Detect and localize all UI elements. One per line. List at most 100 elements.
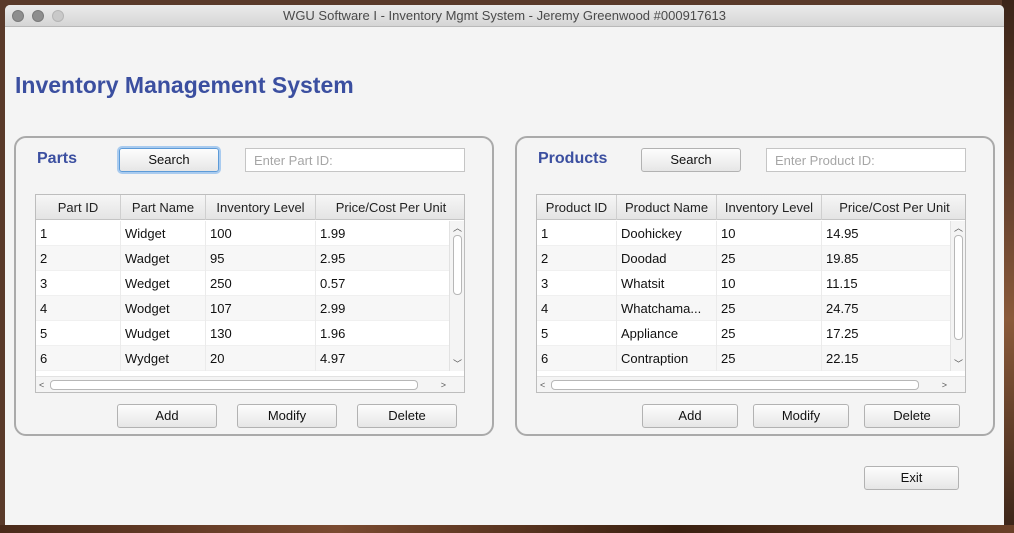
parts-col-price[interactable]: Price/Cost Per Unit — [316, 195, 464, 220]
cell-product-id: 4 — [537, 296, 617, 321]
products-horizontal-scroll-thumb[interactable] — [551, 380, 919, 390]
cell-part-id: 1 — [36, 221, 121, 246]
cell-part-name: Widget — [121, 221, 206, 246]
products-search-input[interactable] — [766, 148, 966, 172]
parts-search-input[interactable] — [245, 148, 465, 172]
cell-product-name: Appliance — [617, 321, 717, 346]
cell-price: 0.57 — [316, 271, 451, 296]
cell-price: 24.75 — [822, 296, 952, 321]
cell-part-name: Wadget — [121, 246, 206, 271]
cell-product-name: Contraption — [617, 346, 717, 371]
parts-horizontal-scroll-thumb[interactable] — [50, 380, 418, 390]
table-row[interactable]: 2 Doodad 25 19.85 — [537, 246, 965, 271]
parts-vertical-scroll-thumb[interactable] — [453, 235, 462, 295]
cell-part-id: 6 — [36, 346, 121, 371]
products-table[interactable]: Product ID Product Name Inventory Level … — [536, 194, 966, 393]
scroll-down-icon[interactable]: ﹀ — [954, 359, 963, 369]
scroll-right-icon[interactable]: > — [942, 380, 947, 390]
products-table-body: 1 Doohickey 10 14.95 2 Doodad 25 19.85 3… — [537, 221, 965, 371]
cell-price: 2.99 — [316, 296, 451, 321]
cell-product-id: 1 — [537, 221, 617, 246]
cell-part-name: Wydget — [121, 346, 206, 371]
cell-inventory-level: 130 — [206, 321, 316, 346]
products-search-button[interactable]: Search — [641, 148, 741, 172]
cell-part-id: 5 — [36, 321, 121, 346]
parts-horizontal-scrollbar[interactable]: < > — [36, 376, 464, 392]
main-content: Inventory Management System Parts Search… — [5, 27, 1004, 525]
cell-inventory-level: 25 — [717, 246, 822, 271]
window-title: WGU Software I - Inventory Mgmt System -… — [283, 8, 726, 23]
parts-table-body: 1 Widget 100 1.99 2 Wadget 95 2.95 3 Wed… — [36, 221, 464, 371]
cell-product-id: 3 — [537, 271, 617, 296]
cell-part-id: 3 — [36, 271, 121, 296]
products-horizontal-scrollbar[interactable]: < > — [537, 376, 965, 392]
cell-price: 4.97 — [316, 346, 451, 371]
cell-product-id: 2 — [537, 246, 617, 271]
parts-panel: Parts Search Part ID Part Name Inventory… — [14, 136, 494, 436]
products-modify-button[interactable]: Modify — [753, 404, 849, 428]
parts-col-inventory-level[interactable]: Inventory Level — [206, 195, 316, 220]
cell-product-name: Doohickey — [617, 221, 717, 246]
parts-panel-title: Parts — [37, 150, 78, 167]
products-panel: Products Search Product ID Product Name … — [515, 136, 995, 436]
cell-price: 17.25 — [822, 321, 952, 346]
scroll-up-icon[interactable]: ︿ — [453, 223, 462, 233]
cell-inventory-level: 100 — [206, 221, 316, 246]
cell-part-name: Wodget — [121, 296, 206, 321]
cell-part-name: Wudget — [121, 321, 206, 346]
products-col-price[interactable]: Price/Cost Per Unit — [822, 195, 965, 220]
scroll-left-icon[interactable]: < — [39, 380, 44, 390]
cell-part-name: Wedget — [121, 271, 206, 296]
products-col-product-name[interactable]: Product Name — [617, 195, 717, 220]
cell-price: 2.95 — [316, 246, 451, 271]
cell-product-name: Whatchama... — [617, 296, 717, 321]
cell-inventory-level: 10 — [717, 221, 822, 246]
products-vertical-scroll-thumb[interactable] — [954, 235, 963, 340]
table-row[interactable]: 1 Widget 100 1.99 — [36, 221, 464, 246]
table-row[interactable]: 6 Wydget 20 4.97 — [36, 346, 464, 371]
table-row[interactable]: 1 Doohickey 10 14.95 — [537, 221, 965, 246]
cell-inventory-level: 250 — [206, 271, 316, 296]
cell-price: 1.96 — [316, 321, 451, 346]
cell-price: 14.95 — [822, 221, 952, 246]
parts-table[interactable]: Part ID Part Name Inventory Level Price/… — [35, 194, 465, 393]
scroll-right-icon[interactable]: > — [441, 380, 446, 390]
parts-delete-button[interactable]: Delete — [357, 404, 457, 428]
cell-product-name: Whatsit — [617, 271, 717, 296]
products-table-header: Product ID Product Name Inventory Level … — [537, 195, 965, 220]
table-row[interactable]: 5 Wudget 130 1.96 — [36, 321, 464, 346]
cell-inventory-level: 95 — [206, 246, 316, 271]
products-vertical-scrollbar[interactable]: ︿ ﹀ — [950, 221, 965, 371]
parts-add-button[interactable]: Add — [117, 404, 217, 428]
title-bar: WGU Software I - Inventory Mgmt System -… — [5, 5, 1004, 27]
parts-vertical-scrollbar[interactable]: ︿ ﹀ — [449, 221, 464, 371]
cell-price: 22.15 — [822, 346, 952, 371]
cell-product-id: 5 — [537, 321, 617, 346]
scroll-left-icon[interactable]: < — [540, 380, 545, 390]
exit-button[interactable]: Exit — [864, 466, 959, 490]
parts-search-button[interactable]: Search — [119, 148, 219, 172]
table-row[interactable]: 4 Whatchama... 25 24.75 — [537, 296, 965, 321]
table-row[interactable]: 4 Wodget 107 2.99 — [36, 296, 464, 321]
cell-part-id: 2 — [36, 246, 121, 271]
cell-product-name: Doodad — [617, 246, 717, 271]
products-add-button[interactable]: Add — [642, 404, 738, 428]
table-row[interactable]: 6 Contraption 25 22.15 — [537, 346, 965, 371]
products-delete-button[interactable]: Delete — [864, 404, 960, 428]
parts-col-part-name[interactable]: Part Name — [121, 195, 206, 220]
cell-inventory-level: 10 — [717, 271, 822, 296]
scroll-down-icon[interactable]: ﹀ — [453, 359, 462, 369]
table-row[interactable]: 3 Wedget 250 0.57 — [36, 271, 464, 296]
page-title: Inventory Management System — [15, 72, 354, 98]
parts-modify-button[interactable]: Modify — [237, 404, 337, 428]
scroll-up-icon[interactable]: ︿ — [954, 223, 963, 233]
cell-inventory-level: 107 — [206, 296, 316, 321]
cell-part-id: 4 — [36, 296, 121, 321]
table-row[interactable]: 5 Appliance 25 17.25 — [537, 321, 965, 346]
parts-col-part-id[interactable]: Part ID — [36, 195, 121, 220]
cell-inventory-level: 25 — [717, 296, 822, 321]
products-col-inventory-level[interactable]: Inventory Level — [717, 195, 822, 220]
table-row[interactable]: 3 Whatsit 10 11.15 — [537, 271, 965, 296]
products-col-product-id[interactable]: Product ID — [537, 195, 617, 220]
table-row[interactable]: 2 Wadget 95 2.95 — [36, 246, 464, 271]
